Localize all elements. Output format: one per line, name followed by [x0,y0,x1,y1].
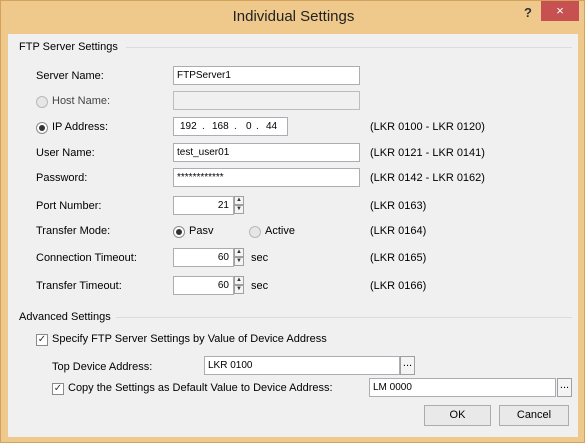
transfer-mode-range: (LKR 0164) [370,225,427,237]
ip-octet-1: 192 [180,121,197,132]
ip-octet-3: 0 [246,121,252,132]
pasv-label: Pasv [189,225,214,237]
specify-ftp-checkbox[interactable]: ✓ [36,334,48,346]
connection-timeout-input[interactable]: 60 [173,248,234,267]
dialog-content: FTP Server Settings Server Name: FTPServ… [8,34,578,437]
password-range: (LKR 0142 - LKR 0162) [370,172,485,184]
host-name-radio[interactable] [36,96,48,108]
check-mark-icon: ✓ [53,383,63,394]
ok-button[interactable]: OK [424,405,491,426]
active-radio[interactable] [249,226,261,238]
user-name-input[interactable]: test_user01 [173,143,360,162]
cancel-button[interactable]: Cancel [499,405,569,426]
spin-down-icon[interactable]: ▼ [234,205,244,214]
connection-timeout-spin-icon[interactable]: ▲ ▼ [234,248,244,267]
port-number-input[interactable]: 21 [173,196,234,215]
transfer-timeout-unit: sec [251,280,269,292]
password-input[interactable]: ************ [173,168,360,187]
ip-address-radio[interactable] [36,122,48,134]
pasv-radio[interactable] [173,226,185,238]
advanced-section-title: Advanced Settings [19,311,111,323]
ip-octet-2: 168 [212,121,229,132]
spin-down-icon[interactable]: ▼ [234,257,244,266]
ip-octet-4: 44 [266,121,278,132]
connection-timeout-unit: sec [251,252,269,264]
copy-device-address-browse-button[interactable]: ... [557,378,572,397]
spin-up-icon[interactable]: ▲ [234,276,244,285]
user-name-range: (LKR 0121 - LKR 0141) [370,147,485,159]
spin-up-icon[interactable]: ▲ [234,248,244,257]
check-mark-icon: ✓ [37,334,47,345]
title-bar: Individual Settings ? × [1,1,585,33]
user-name-label: User Name: [36,147,95,159]
specify-ftp-label: Specify FTP Server Settings by Value of … [52,333,327,345]
spin-up-icon[interactable]: ▲ [234,196,244,205]
dialog-window: Individual Settings ? × FTP Server Setti… [0,0,585,443]
port-number-label: Port Number: [36,200,102,212]
dialog-title: Individual Settings [232,8,355,25]
copy-settings-label: Copy the Settings as Default Value to De… [68,382,333,394]
password-label: Password: [36,172,88,184]
transfer-timeout-label: Transfer Timeout: [36,280,122,292]
spin-down-icon[interactable]: ▼ [234,285,244,294]
ftp-section-divider [126,47,572,48]
connection-timeout-label: Connection Timeout: [36,252,137,264]
server-name-input[interactable]: FTPServer1 [173,66,360,85]
server-name-label: Server Name: [36,70,104,82]
top-device-address-browse-button[interactable]: ... [400,356,415,375]
ftp-section-title: FTP Server Settings [19,41,118,53]
host-name-label: Host Name: [52,95,111,107]
host-name-input[interactable] [173,91,360,110]
port-number-spin-icon[interactable]: ▲ ▼ [234,196,244,215]
ip-address-range: (LKR 0100 - LKR 0120) [370,121,485,133]
advanced-section-divider [116,317,572,318]
top-device-address-label: Top Device Address: [52,361,153,373]
close-button[interactable]: × [541,1,579,21]
transfer-timeout-range: (LKR 0166) [370,280,427,292]
transfer-timeout-input[interactable]: 60 [173,276,234,295]
transfer-mode-label: Transfer Mode: [36,225,111,237]
copy-settings-checkbox[interactable]: ✓ [52,383,64,395]
top-device-address-input[interactable]: LKR 0100 [204,356,400,375]
port-number-range: (LKR 0163) [370,200,427,212]
active-label: Active [265,225,295,237]
ip-address-input[interactable]: 192 . 168 . 0 . 44 [173,117,288,136]
ip-address-label: IP Address: [52,121,109,133]
transfer-timeout-spin-icon[interactable]: ▲ ▼ [234,276,244,295]
connection-timeout-range: (LKR 0165) [370,252,427,264]
help-button[interactable]: ? [519,4,537,22]
copy-device-address-input[interactable]: LM 0000 [369,378,556,397]
